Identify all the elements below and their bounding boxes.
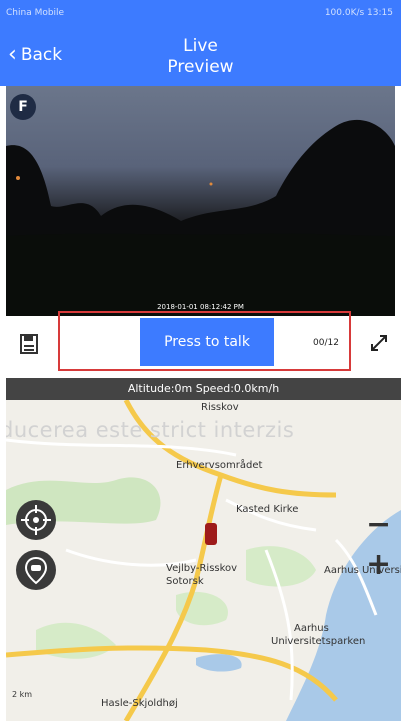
- map-tiles: [6, 400, 401, 721]
- altitude-speed-bar: Altitude:0m Speed:0.0km/h: [6, 378, 401, 400]
- video-timestamp: 2018-01-01 08:12:42 PM: [157, 303, 244, 311]
- locate-button[interactable]: [16, 500, 56, 540]
- carrier-text: China Mobile: [6, 8, 65, 18]
- map-label-bottom: Hasle-Skjoldhøj: [101, 698, 178, 709]
- car-pin-icon: [24, 556, 48, 585]
- car-location-button[interactable]: [16, 550, 56, 590]
- page-title: Live Preview: [0, 36, 401, 78]
- video-scene: [6, 119, 395, 316]
- zoom-out-button[interactable]: −: [366, 510, 391, 540]
- map-scale: 2 km: [12, 690, 33, 699]
- video-preview: F 2018-01-01 08:12:42 PM: [6, 86, 395, 316]
- status-bar: China Mobile 100.0K/s 13:15: [0, 0, 401, 28]
- save-icon[interactable]: [20, 334, 38, 354]
- title-line1: Live: [183, 36, 218, 56]
- press-to-talk-button[interactable]: Press to talk: [140, 318, 274, 366]
- map-label-top: Risskov: [201, 402, 239, 413]
- app-header: ‹ Back Live Preview: [0, 28, 401, 86]
- watermark-text: ducerea este strict interzis: [6, 418, 295, 442]
- clip-counter: 00/12: [313, 338, 339, 348]
- vehicle-marker-icon[interactable]: [205, 523, 217, 545]
- control-row: Press to talk 00/12: [0, 311, 401, 371]
- map-label-erhvervsomrade: Erhvervsområdet: [176, 460, 263, 471]
- map-label-vejlby: Vejlby-Risskov: [166, 563, 238, 574]
- fullscreen-icon[interactable]: [370, 334, 388, 352]
- map-label-sotorsk: Sotorsk: [166, 576, 204, 587]
- map-label-aarhus: Aarhus: [294, 623, 329, 634]
- title-line2: Preview: [167, 57, 234, 77]
- front-camera-badge[interactable]: F: [10, 94, 36, 120]
- zoom-in-button[interactable]: +: [366, 550, 391, 580]
- status-right: 100.0K/s 13:15: [324, 8, 393, 18]
- crosshair-icon: [21, 505, 51, 535]
- map-label-kasted-kirke: Kasted Kirke: [236, 504, 299, 515]
- map-label-universitetsparken: Universitetsparken: [271, 636, 366, 647]
- map-view[interactable]: ducerea este strict interzis Risskov Erh…: [6, 400, 401, 721]
